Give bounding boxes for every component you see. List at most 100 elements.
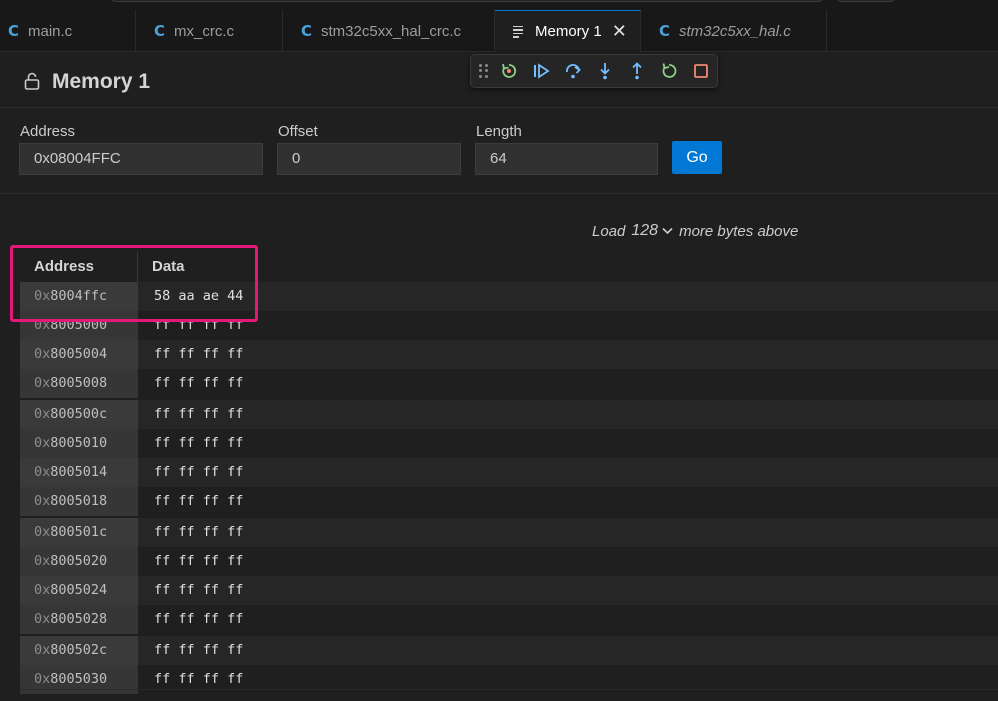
address-prefix: 0x: [34, 493, 51, 509]
address-value: 8005014: [50, 464, 108, 480]
tab-stm32c5xx-hal-c[interactable]: C stm32c5xx_hal.c: [641, 10, 827, 52]
address-prefix: 0x: [34, 524, 51, 540]
command-center[interactable]: [110, 0, 824, 2]
address-value: 8005004: [50, 346, 108, 362]
c-file-icon: C: [8, 22, 20, 40]
load-suffix: more bytes above: [679, 222, 799, 240]
row-address: 0x8005008: [20, 369, 138, 398]
row-data[interactable]: ff ff ff ff: [138, 576, 998, 605]
page-title: Memory 1: [52, 70, 151, 93]
chevron-down-icon: [662, 227, 673, 235]
tab-memory-1[interactable]: Memory 1 ✕: [495, 10, 641, 52]
step-over-icon[interactable]: [561, 59, 585, 83]
table-row[interactable]: 0x8005004 ff ff ff ff: [20, 340, 998, 369]
table-bottom-border: [20, 689, 998, 690]
tab-mx-crc-c[interactable]: C mx_crc.c: [136, 10, 283, 52]
row-data[interactable]: ff ff ff ff: [138, 340, 998, 369]
table-body: 0x8004ffc 58 aa ae 44 0x8005000 ff ff ff ff…: [20, 282, 998, 694]
address-prefix: 0x: [34, 435, 51, 451]
address-prefix: 0x: [34, 375, 51, 391]
address-prefix: 0x: [34, 671, 51, 687]
table-row[interactable]: 0x8005014 ff ff ff ff: [20, 458, 998, 487]
row-address: 0x8005028: [20, 605, 138, 634]
load-count-select[interactable]: 128: [631, 222, 673, 240]
table-row[interactable]: 0x8005024 ff ff ff ff: [20, 576, 998, 605]
unlock-icon[interactable]: [24, 72, 40, 90]
address-value: 8005028: [50, 611, 108, 627]
row-address: 0x8005004: [20, 340, 138, 369]
address-value: 800500c: [50, 406, 108, 422]
memory-view-icon: [513, 25, 531, 38]
row-data[interactable]: ff ff ff ff: [138, 429, 998, 458]
address-label: Address: [20, 123, 76, 140]
continue-icon[interactable]: [529, 59, 553, 83]
table-row[interactable]: 0x8005020 ff ff ff ff: [20, 547, 998, 576]
row-address: 0x800501c: [20, 518, 138, 547]
row-data[interactable]: ff ff ff ff: [138, 605, 998, 634]
title-bar-strip: [0, 0, 998, 10]
row-address: 0x8005018: [20, 487, 138, 516]
table-row[interactable]: 0x800502c ff ff ff ff: [20, 636, 998, 665]
table-row[interactable]: 0x8005028 ff ff ff ff: [20, 605, 998, 634]
row-data[interactable]: ff ff ff ff: [138, 311, 998, 340]
stop-icon[interactable]: [689, 59, 713, 83]
row-data[interactable]: ff ff ff ff: [138, 547, 998, 576]
tab-label: Memory 1: [535, 23, 602, 40]
row-data[interactable]: ff ff ff ff: [138, 369, 998, 398]
editor-tab-bar: C main.c C mx_crc.c C stm32c5xx_hal_crc.…: [0, 10, 998, 52]
row-address: 0x800500c: [20, 400, 138, 429]
address-value: 8005018: [50, 493, 108, 509]
tab-label: stm32c5xx_hal.c: [679, 22, 791, 40]
row-address: 0x8005024: [20, 576, 138, 605]
offset-label: Offset: [278, 123, 318, 140]
memory-query-form: Address 0x08004FFC Offset 0 Length 64 Go: [0, 108, 998, 194]
address-value: 8005008: [50, 375, 108, 391]
tab-main-c[interactable]: C main.c: [0, 10, 136, 52]
address-value: 8005010: [50, 435, 108, 451]
restart-frame-icon[interactable]: [497, 59, 521, 83]
row-data[interactable]: ff ff ff ff: [138, 458, 998, 487]
row-data[interactable]: 58 aa ae 44: [138, 282, 998, 311]
c-file-icon: C: [301, 22, 313, 40]
address-input[interactable]: 0x08004FFC: [19, 143, 263, 175]
address-prefix: 0x: [34, 553, 51, 569]
address-value: 8005030: [50, 671, 108, 687]
tab-stm32c5xx-hal-crc-c[interactable]: C stm32c5xx_hal_crc.c: [283, 10, 495, 52]
table-row[interactable]: 0x800500c ff ff ff ff: [20, 400, 998, 429]
close-icon[interactable]: ✕: [612, 21, 627, 42]
row-address: 0x8005014: [20, 458, 138, 487]
address-prefix: 0x: [34, 611, 51, 627]
step-into-icon[interactable]: [593, 59, 617, 83]
table-row[interactable]: 0x8005008 ff ff ff ff: [20, 369, 998, 398]
length-label: Length: [476, 123, 522, 140]
tab-label: stm32c5xx_hal_crc.c: [321, 22, 462, 40]
address-value: 800501c: [50, 524, 108, 540]
length-input[interactable]: 64: [475, 143, 658, 175]
row-data[interactable]: ff ff ff ff: [138, 518, 998, 547]
restart-icon[interactable]: [657, 59, 681, 83]
address-value: 8005020: [50, 553, 108, 569]
debug-toolbar: [470, 54, 718, 88]
row-data[interactable]: ff ff ff ff: [138, 400, 998, 429]
address-value: 800502c: [50, 642, 108, 658]
row-data[interactable]: ff ff ff ff: [138, 636, 998, 665]
load-count-value: 128: [631, 222, 659, 239]
c-file-icon: C: [659, 22, 671, 40]
load-prefix: Load: [592, 222, 626, 240]
row-data[interactable]: ff ff ff ff: [138, 487, 998, 516]
table-row[interactable]: 0x8005010 ff ff ff ff: [20, 429, 998, 458]
row-address: 0x8005020: [20, 547, 138, 576]
table-row[interactable]: 0x800501c ff ff ff ff: [20, 518, 998, 547]
drag-handle-icon[interactable]: [479, 64, 489, 78]
highlight-box: [10, 245, 258, 322]
layout-controls[interactable]: [836, 0, 896, 2]
address-prefix: 0x: [34, 464, 51, 480]
address-value: 8005024: [50, 582, 108, 598]
offset-input[interactable]: 0: [277, 143, 461, 175]
address-prefix: 0x: [34, 582, 51, 598]
step-out-icon[interactable]: [625, 59, 649, 83]
row-address: 0x8005010: [20, 429, 138, 458]
address-prefix: 0x: [34, 346, 51, 362]
table-row[interactable]: 0x8005018 ff ff ff ff: [20, 487, 998, 516]
go-button[interactable]: Go: [672, 141, 722, 174]
